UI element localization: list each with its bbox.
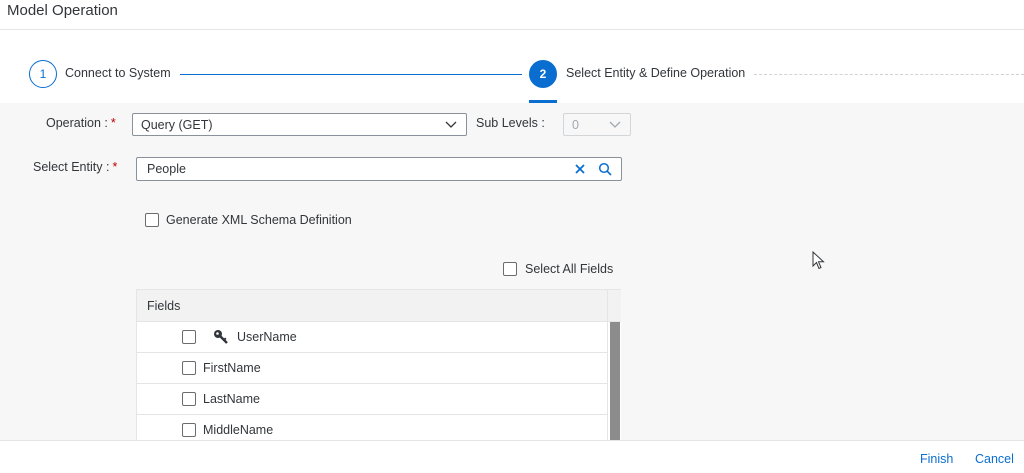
step-2-label[interactable]: Select Entity & Define Operation [566,66,745,80]
table-row[interactable]: UserName [137,322,607,353]
field-name: UserName [237,330,297,344]
dialog-title: Model Operation [7,2,118,19]
step-connector [180,74,522,75]
sub-levels-value: 0 [572,118,579,132]
operation-select-value: Query (GET) [141,118,213,132]
required-marker: * [110,116,116,130]
required-marker: * [112,160,118,174]
select-all-checkbox[interactable] [503,262,517,276]
form-area: Operation : * Query (GET) Sub Levels : 0 … [0,103,1024,440]
table-row[interactable]: MiddleName [137,415,607,440]
fields-column-header: Fields [147,299,181,313]
sub-levels-select: 0 [563,113,631,136]
select-entity-label: Select Entity : * [33,160,118,174]
entity-input[interactable]: People [136,157,622,181]
field-name: FirstName [203,361,261,375]
wizard-progress: 1 Connect to System 2 Select Entity & De… [0,31,1024,103]
step-connector-pending [754,74,1024,75]
table-row[interactable]: LastName [137,384,607,415]
table-row[interactable]: FirstName [137,353,607,384]
step-2-number[interactable]: 2 [529,60,557,88]
finish-button[interactable]: Finish [920,452,953,466]
field-name: LastName [203,392,260,406]
row-checkbox[interactable] [182,361,196,375]
fields-table: Fields UserName FirstName LastName Middl… [136,289,621,440]
table-header-spacer [607,290,621,322]
operation-select[interactable]: Query (GET) [132,113,467,136]
operation-label: Operation : * [46,116,116,130]
generate-xsd-label[interactable]: Generate XML Schema Definition [166,213,352,227]
generate-xsd-checkbox[interactable] [145,213,159,227]
cancel-button[interactable]: Cancel [975,452,1014,466]
key-icon [214,330,228,344]
mouse-cursor-icon [812,251,825,270]
row-checkbox[interactable] [182,392,196,406]
table-header: Fields [137,290,607,322]
field-name: MiddleName [203,423,274,437]
step-1-label[interactable]: Connect to System [65,66,171,80]
chevron-down-icon [445,121,457,128]
sub-levels-label: Sub Levels : [476,116,545,130]
table-scrollbar[interactable] [607,322,621,440]
entity-input-value: People [147,162,186,176]
select-all-label[interactable]: Select All Fields [525,262,613,276]
row-checkbox[interactable] [182,330,196,344]
clear-icon[interactable] [573,162,587,176]
row-checkbox[interactable] [182,423,196,437]
dialog-footer: Finish Cancel [0,440,1024,473]
chevron-down-icon [609,121,621,128]
title-bar: Model Operation [0,0,1024,30]
scrollbar-thumb[interactable] [610,322,620,440]
step-1-number[interactable]: 1 [29,60,57,88]
search-icon[interactable] [598,162,612,176]
